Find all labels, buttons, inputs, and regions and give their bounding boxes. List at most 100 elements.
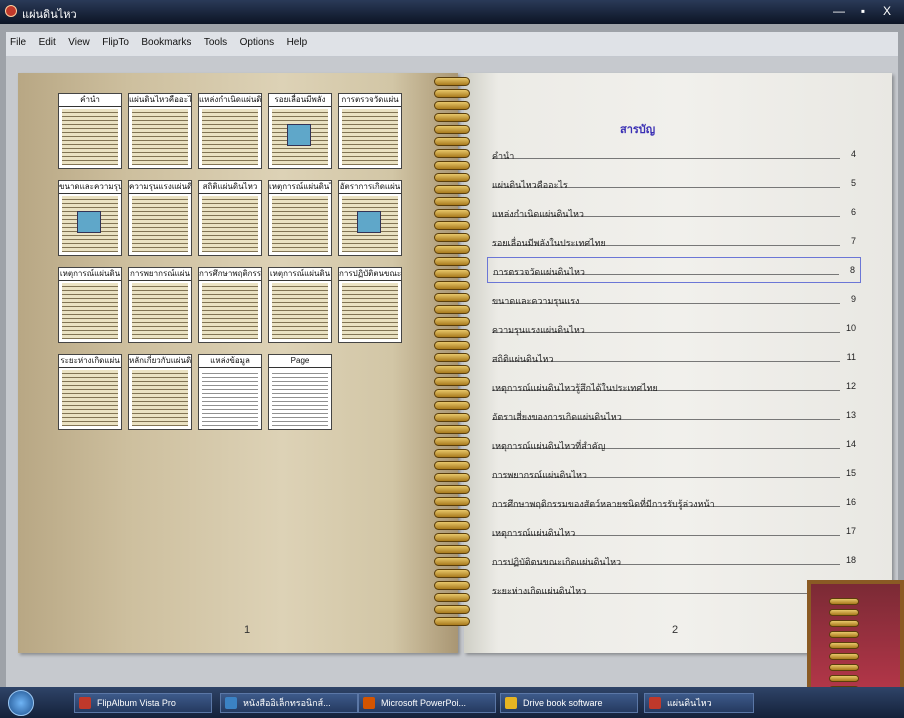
thumbnail-preview <box>132 196 188 252</box>
spiral-ring <box>434 173 470 182</box>
thumbnail-image <box>77 211 101 233</box>
toc-entry[interactable]: อัตราเสี่ยงของการเกิดแผ่นดินไหว 13 <box>492 408 856 422</box>
thumbnail-label: หลักเกี่ยวกับแผ่นดิน <box>129 355 191 368</box>
spiral-ring <box>434 197 470 206</box>
taskbar-button[interactable]: Drive book software <box>500 693 638 713</box>
page-thumbnail[interactable]: แหล่งกำเนิดแผ่นดิน <box>198 93 262 169</box>
toc-entry[interactable]: ขนาดและความรุนแรง 9 <box>492 292 856 306</box>
toc-entry[interactable]: แหล่งกำเนิดแผ่นดินไหว 6 <box>492 205 856 219</box>
maximize-button[interactable]: ▪ <box>852 3 874 19</box>
toc-title: สารบัญ <box>620 124 656 136</box>
page-thumbnail[interactable]: การปฏิบัติตนขณะ <box>338 267 402 343</box>
toc-entry[interactable]: การพยากรณ์แผ่นดินไหว 15 <box>492 466 856 480</box>
start-button[interactable] <box>8 690 34 716</box>
left-page[interactable]: คำนำ แผ่นดินไหวคืออะไร แหล่งกำเนิดแผ่นดินร… <box>18 73 458 653</box>
spiral-ring <box>434 161 470 170</box>
taskbar-button[interactable]: หนังสืออิเล็กทรอนิกส์... <box>220 693 358 713</box>
page-thumbnail[interactable]: รอยเลื่อนมีพลัง <box>268 93 332 169</box>
thumbnail-label: ระยะห่างเกิดแผ่น <box>59 355 121 368</box>
taskbar-label: แผ่นดินไหว <box>667 698 712 708</box>
toc-page-number: 9 <box>850 294 856 304</box>
thumbnail-label: แผ่นดินไหวคืออะไร <box>129 94 191 107</box>
page-thumbnail[interactable]: Page <box>268 354 332 430</box>
thumbnail-label: แหล่งข้อมูล <box>199 355 261 368</box>
menu-bookmarks[interactable]: Bookmarks <box>137 32 195 48</box>
toc-page-number: 5 <box>850 178 856 188</box>
thumbnail-preview <box>132 283 188 339</box>
spiral-ring <box>434 317 470 326</box>
page-thumbnail[interactable]: เหตุการณ์แผ่นดิน <box>268 267 332 343</box>
app-icon <box>225 697 237 709</box>
toc-entry[interactable]: สถิติแผ่นดินไหว 11 <box>492 350 856 364</box>
page-thumbnail[interactable]: การพยากรณ์แผ่น <box>128 267 192 343</box>
page-thumbnail[interactable]: แหล่งข้อมูล <box>198 354 262 430</box>
toc-entry[interactable]: เหตุการณ์แผ่นดินไหว 17 <box>492 524 856 538</box>
toc-page-number: 11 <box>846 352 856 362</box>
taskbar-button[interactable]: FlipAlbum Vista Pro <box>74 693 212 713</box>
app-icon <box>649 697 661 709</box>
page-thumbnail[interactable]: เหตุการณ์แผ่นดินไหว <box>268 180 332 256</box>
thumbnail-preview <box>202 196 258 252</box>
thumbnail-label: เหตุการณ์แผ่นดิน <box>269 268 331 281</box>
taskbar: FlipAlbum Vista Pro หนังสืออิเล็กทรอนิกส์… <box>0 687 904 718</box>
toc-entry[interactable]: คำนำ 4 <box>492 147 856 161</box>
app-icon <box>505 697 517 709</box>
spiral-ring <box>434 137 470 146</box>
thumbnail-label: เหตุการณ์แผ่นดิน <box>59 268 121 281</box>
left-page-number: 1 <box>244 624 251 636</box>
menu-edit[interactable]: Edit <box>35 32 60 48</box>
menu-flipto[interactable]: FlipTo <box>98 32 133 48</box>
spiral-ring <box>434 497 470 506</box>
toc-label: รอยเลื่อนมีพลังในประเทศไทย <box>492 238 606 248</box>
toc-entry[interactable]: ระยะห่างเกิดแผ่นดินไหว <box>492 582 856 596</box>
toc-label: ขนาดและความรุนแรง <box>492 296 580 306</box>
toc-page-number: 6 <box>850 207 856 217</box>
spiral-ring <box>829 631 859 638</box>
toc-entry[interactable]: แผ่นดินไหวคืออะไร 5 <box>492 176 856 190</box>
spiral-ring <box>434 305 470 314</box>
toc-entry[interactable]: ความรุนแรงแผ่นดินไหว 10 <box>492 321 856 335</box>
thumbnail-label: การตรวจวัดแผ่น <box>339 94 401 107</box>
toc-entry[interactable]: รอยเลื่อนมีพลังในประเทศไทย 7 <box>492 234 856 248</box>
toc-entry[interactable]: เหตุการณ์แผ่นดินไหวรู้สึกได้ในประเทศไทย 1… <box>492 379 856 393</box>
taskbar-button[interactable]: Microsoft PowerPoi... <box>358 693 496 713</box>
spiral-ring <box>434 89 470 98</box>
toc-entry[interactable]: การศึกษาพฤติกรรมของสัตว์หลายชนิดที่มีการ… <box>492 495 856 509</box>
page-thumbnail[interactable]: เหตุการณ์แผ่นดิน <box>58 267 122 343</box>
toc-entry[interactable]: การปฏิบัติตนขณะเกิดแผ่นดินไหว 18 <box>492 553 856 567</box>
menu-tools[interactable]: Tools <box>200 32 231 48</box>
thumbnail-preview <box>272 283 328 339</box>
spiral-ring <box>434 389 470 398</box>
toc-label: การตรวจวัดแผ่นดินไหว <box>493 267 585 277</box>
spiral-ring <box>434 377 470 386</box>
spiral-ring <box>434 113 470 122</box>
thumbnail-label: รอยเลื่อนมีพลัง <box>269 94 331 107</box>
page-thumbnail[interactable]: ขนาดและความรุนแรง <box>58 180 122 256</box>
page-thumbnail[interactable]: ความรุนแรงแผ่นดิน <box>128 180 192 256</box>
minimize-button[interactable]: — <box>828 3 850 19</box>
thumbnail-label: คำนำ <box>59 94 121 107</box>
taskbar-button[interactable]: แผ่นดินไหว <box>644 693 754 713</box>
close-button[interactable]: X <box>876 3 898 19</box>
spiral-binding <box>434 77 474 637</box>
toc-entry[interactable]: เหตุการณ์แผ่นดินไหวที่สำคัญ 14 <box>492 437 856 451</box>
page-thumbnail[interactable]: คำนำ <box>58 93 122 169</box>
spiral-ring <box>829 598 859 605</box>
spiral-ring <box>434 353 470 362</box>
spiral-ring <box>434 557 470 566</box>
page-thumbnail[interactable]: การศึกษาพฤติกรรม <box>198 267 262 343</box>
menu-file[interactable]: File <box>6 32 30 48</box>
thumbnail-label: แหล่งกำเนิดแผ่นดิน <box>199 94 261 107</box>
menu-help[interactable]: Help <box>283 32 312 48</box>
page-thumbnail[interactable]: หลักเกี่ยวกับแผ่นดิน <box>128 354 192 430</box>
thumbnail-label: ความรุนแรงแผ่นดิน <box>129 181 191 194</box>
page-thumbnail[interactable]: สถิติแผ่นดินไหว <box>198 180 262 256</box>
page-thumbnail[interactable]: อัตราการเกิดแผ่น <box>338 180 402 256</box>
menu-options[interactable]: Options <box>236 32 278 48</box>
toc-entry[interactable]: การตรวจวัดแผ่นดินไหว 8 <box>487 257 861 283</box>
spiral-ring <box>434 233 470 242</box>
page-thumbnail[interactable]: ระยะห่างเกิดแผ่น <box>58 354 122 430</box>
page-thumbnail[interactable]: การตรวจวัดแผ่น <box>338 93 402 169</box>
menu-view[interactable]: View <box>64 32 94 48</box>
page-thumbnail[interactable]: แผ่นดินไหวคืออะไร <box>128 93 192 169</box>
